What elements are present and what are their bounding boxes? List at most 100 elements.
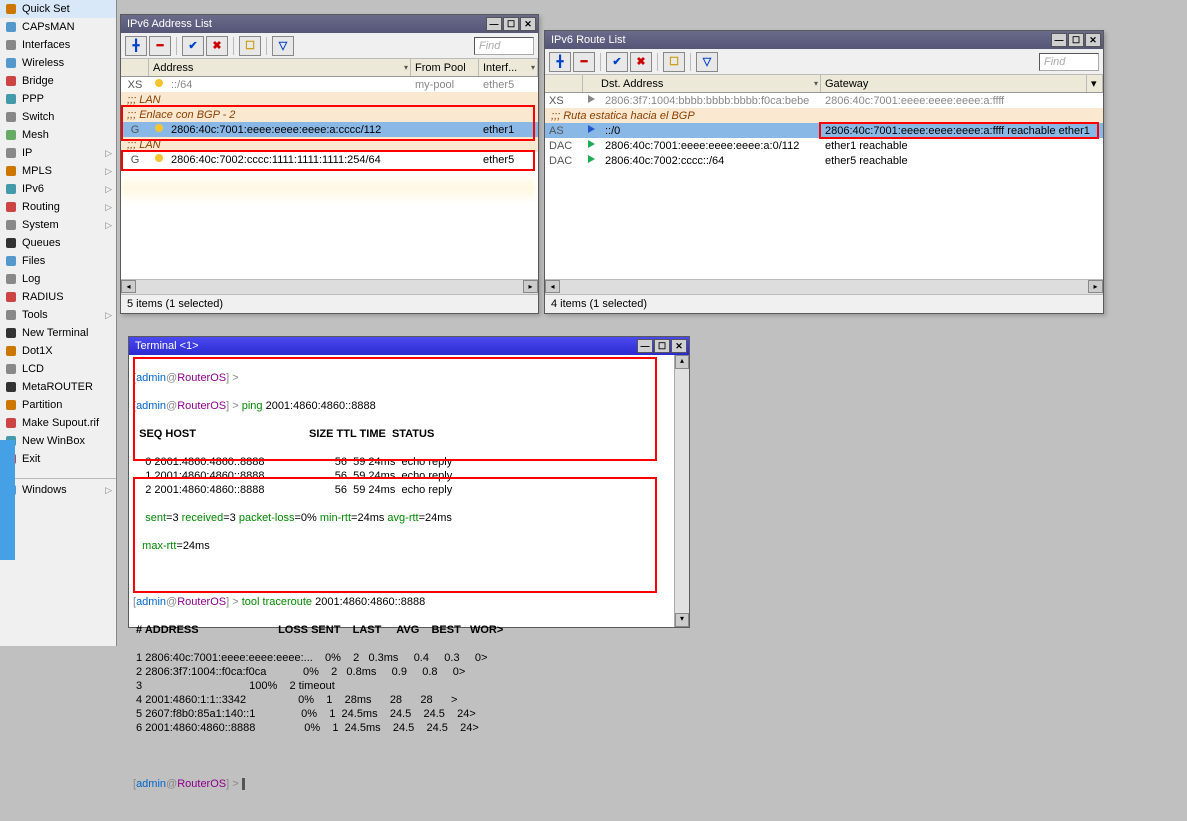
enable-button[interactable]: ✔ — [606, 52, 628, 72]
nav-icon — [4, 290, 18, 304]
sidebar-item-mpls[interactable]: MPLS▷ — [0, 162, 116, 180]
find-input[interactable]: Find — [474, 37, 534, 55]
route-row[interactable]: DAC2806:40c:7001:eeee:eeee:eeee:a:0/112e… — [545, 138, 1103, 153]
disable-button[interactable]: ✖ — [206, 36, 228, 56]
maximize-button[interactable]: ☐ — [1068, 33, 1084, 47]
window-titlebar[interactable]: Terminal <1> — ☐ ✕ — [129, 337, 689, 355]
nav-icon — [4, 272, 18, 286]
sidebar-item-capsman[interactable]: CAPsMAN — [0, 18, 116, 36]
sidebar-item-label: Windows — [22, 484, 105, 496]
sidebar-item-lcd[interactable]: LCD — [0, 360, 116, 378]
comment-row[interactable]: ;;; LAN — [121, 92, 538, 107]
comment-row[interactable]: ;;; LAN — [121, 137, 538, 152]
row-flag: G — [121, 124, 149, 136]
sidebar-item-log[interactable]: Log — [0, 270, 116, 288]
address-row[interactable]: XS::/64my-poolether5 — [121, 77, 538, 92]
remove-button[interactable]: ━ — [573, 52, 595, 72]
sidebar-item-exit[interactable]: Exit — [0, 450, 116, 468]
sidebar-item-make-supout-rif[interactable]: Make Supout.rif — [0, 414, 116, 432]
nav-icon — [4, 74, 18, 88]
address-row[interactable]: G2806:40c:7001:eeee:eeee:eeee:a:cccc/112… — [121, 122, 538, 137]
sidebar-item-radius[interactable]: RADIUS — [0, 288, 116, 306]
window-titlebar[interactable]: IPv6 Route List — ☐ ✕ — [545, 31, 1103, 49]
sidebar-item-switch[interactable]: Switch — [0, 108, 116, 126]
route-icon — [583, 124, 601, 137]
sidebar-item-ppp[interactable]: PPP — [0, 90, 116, 108]
minimize-button[interactable]: — — [1051, 33, 1067, 47]
add-button[interactable]: ╋ — [549, 52, 571, 72]
row-flag: XS — [121, 79, 149, 91]
sidebar-item-wireless[interactable]: Wireless — [0, 54, 116, 72]
close-button[interactable]: ✕ — [1085, 33, 1101, 47]
maximize-button[interactable]: ☐ — [503, 17, 519, 31]
traceroute-row: 2 2806:3f7:1004::f0ca:f0ca 0% 2 0.8ms 0.… — [133, 665, 685, 679]
sidebar-item-queues[interactable]: Queues — [0, 234, 116, 252]
sidebar-item-quick-set[interactable]: Quick Set — [0, 0, 116, 18]
submenu-arrow-icon: ▷ — [105, 202, 112, 213]
nav-icon — [4, 218, 18, 232]
terminal-output[interactable]: [admin@RouterOS] > [admin@RouterOS] > pi… — [129, 355, 689, 821]
route-list-body[interactable]: XS2806:3f7:1004:bbbb:bbbb:bbbb:f0ca:bebe… — [545, 93, 1103, 279]
minimize-button[interactable]: — — [486, 17, 502, 31]
sidebar-item-bridge[interactable]: Bridge — [0, 72, 116, 90]
sidebar-item-mesh[interactable]: Mesh — [0, 126, 116, 144]
address-value: ::/64 — [167, 79, 411, 91]
sidebar-item-label: Routing — [22, 201, 105, 213]
sidebar-item-routing[interactable]: Routing▷ — [0, 198, 116, 216]
sidebar-item-tools[interactable]: Tools▷ — [0, 306, 116, 324]
comment-button[interactable]: ☐ — [663, 52, 685, 72]
filter-button[interactable]: ▽ — [696, 52, 718, 72]
row-flag: DAC — [545, 155, 583, 167]
route-row[interactable]: XS2806:3f7:1004:bbbb:bbbb:bbbb:f0ca:bebe… — [545, 93, 1103, 108]
column-headers[interactable]: Dst. Address▾ Gateway ▾ — [545, 75, 1103, 93]
minimize-button[interactable]: — — [637, 339, 653, 353]
sidebar-item-dot1x[interactable]: Dot1X — [0, 342, 116, 360]
sidebar-item-new-terminal[interactable]: New Terminal — [0, 324, 116, 342]
close-button[interactable]: ✕ — [671, 339, 687, 353]
add-button[interactable]: ╋ — [125, 36, 147, 56]
sidebar-item-new-winbox[interactable]: New WinBox — [0, 432, 116, 450]
submenu-arrow-icon: ▷ — [105, 485, 112, 496]
sidebar-item-files[interactable]: Files — [0, 252, 116, 270]
horizontal-scrollbar[interactable]: ◂▸ — [545, 279, 1103, 294]
close-button[interactable]: ✕ — [520, 17, 536, 31]
sidebar-item-label: PPP — [22, 93, 112, 105]
comment-row[interactable]: ;;; Enlace con BGP - 2 — [121, 107, 538, 122]
horizontal-scrollbar[interactable]: ◂▸ — [121, 279, 538, 294]
route-icon — [583, 154, 601, 167]
address-list-body[interactable]: XS::/64my-poolether5;;; LAN;;; Enlace co… — [121, 77, 538, 279]
sidebar-item-ip[interactable]: IP▷ — [0, 144, 116, 162]
dst-address-value: 2806:40c:7001:eeee:eeee:eeee:a:0/112 — [601, 140, 821, 152]
traceroute-row: 6 2001:4860:4860::8888 0% 1 24.5ms 24.5 … — [133, 721, 685, 735]
maximize-button[interactable]: ☐ — [654, 339, 670, 353]
dst-address-value: 2806:3f7:1004:bbbb:bbbb:bbbb:f0ca:bebe — [601, 95, 821, 107]
sidebar-item-label: MPLS — [22, 165, 105, 177]
comment-row[interactable]: ;;; Ruta estatica hacia el BGP — [545, 108, 1103, 123]
submenu-arrow-icon: ▷ — [105, 220, 112, 231]
column-headers[interactable]: Address▾ From Pool Interf...▾ — [121, 59, 538, 77]
nav-icon — [4, 254, 18, 268]
nav-icon — [4, 164, 18, 178]
dst-address-value: ::/0 — [601, 125, 821, 137]
window-titlebar[interactable]: IPv6 Address List — ☐ ✕ — [121, 15, 538, 33]
enable-button[interactable]: ✔ — [182, 36, 204, 56]
sidebar-item-interfaces[interactable]: Interfaces — [0, 36, 116, 54]
comment-button[interactable]: ☐ — [239, 36, 261, 56]
sidebar-item-label: Switch — [22, 111, 112, 123]
remove-button[interactable]: ━ — [149, 36, 171, 56]
terminal-window: Terminal <1> — ☐ ✕ [admin@RouterOS] > [a… — [128, 336, 690, 628]
sidebar-item-ipv6[interactable]: IPv6▷ — [0, 180, 116, 198]
sidebar-item-label: Quick Set — [22, 3, 112, 15]
sidebar-item-windows[interactable]: Windows▷ — [0, 481, 116, 499]
route-row[interactable]: DAC2806:40c:7002:cccc::/64ether5 reachab… — [545, 153, 1103, 168]
address-row[interactable]: G2806:40c:7002:cccc:1111:1111:1111:254/6… — [121, 152, 538, 167]
disable-button[interactable]: ✖ — [630, 52, 652, 72]
sidebar-item-metarouter[interactable]: MetaROUTER — [0, 378, 116, 396]
sidebar-item-partition[interactable]: Partition — [0, 396, 116, 414]
find-input[interactable]: Find — [1039, 53, 1099, 71]
sidebar-item-system[interactable]: System▷ — [0, 216, 116, 234]
route-row[interactable]: AS::/02806:40c:7001:eeee:eeee:eeee:a:fff… — [545, 123, 1103, 138]
filter-button[interactable]: ▽ — [272, 36, 294, 56]
traceroute-row: 1 2806:40c:7001:eeee:eeee:eeee:... 0% 2 … — [133, 651, 685, 665]
nav-icon — [4, 398, 18, 412]
